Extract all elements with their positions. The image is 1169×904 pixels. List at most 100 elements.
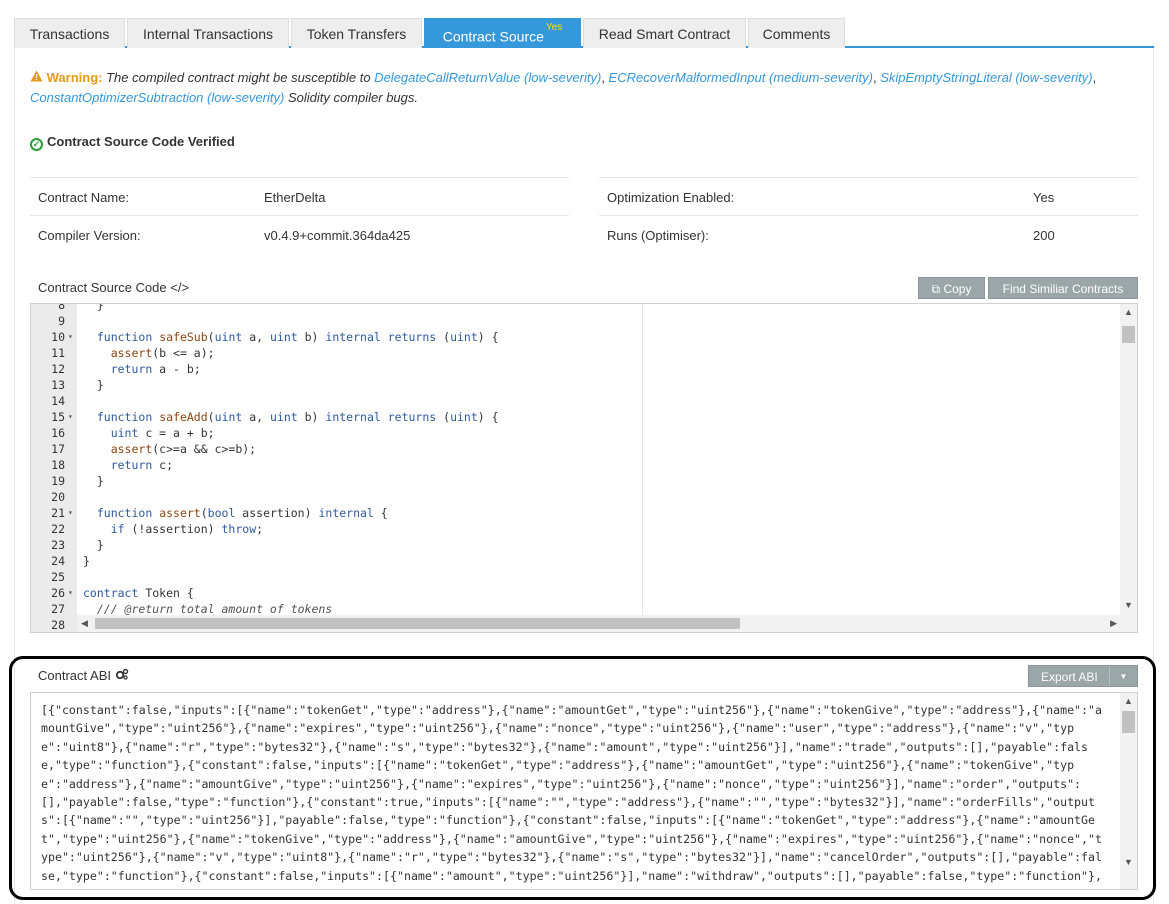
scroll-left-icon[interactable]: ◀ (81, 618, 88, 629)
fold-toggle-icon[interactable]: ▾ (68, 409, 73, 425)
editor-vertical-scrollbar[interactable]: ▲ ▼ (1120, 304, 1137, 632)
warning-text: The compiled contract might be susceptib… (106, 70, 371, 85)
verified-heading: ✓ Contract Source Code Verified (30, 134, 235, 151)
code-text: contract Token { (83, 586, 194, 600)
code-line: 13 } (31, 377, 1121, 393)
code-text: } (83, 474, 104, 488)
line-number: 13 (51, 378, 65, 392)
code-line: 8 } (31, 303, 1121, 313)
line-number: 12 (51, 362, 65, 376)
find-similar-label: Find Similiar Contracts (1002, 282, 1124, 296)
code-text: return c; (110, 458, 174, 472)
optimization-value: Yes (1033, 190, 1055, 205)
export-abi-button[interactable]: Export ABI ▼ (1028, 665, 1138, 687)
code-lines: 8 } 9 10 ▾ function safeSub(uint a, uint b)… (31, 303, 1121, 632)
line-number: 22 (51, 522, 65, 536)
code-line: 11 assert(b <= a); (31, 345, 1121, 361)
source-code-heading: Contract Source Code </> (38, 280, 189, 295)
tab-token-transfers[interactable]: Token Transfers (291, 18, 422, 48)
verified-label: Contract Source Code Verified (47, 134, 235, 149)
scroll-right-icon[interactable]: ▶ (1110, 618, 1117, 629)
tab-comments[interactable]: Comments (748, 18, 845, 48)
code-line: 12 return a - b; (31, 361, 1121, 377)
scroll-thumb[interactable] (1122, 711, 1135, 733)
contract-info-left: Contract Name: EtherDelta Compiler Versi… (30, 177, 569, 254)
line-number: 8 (58, 303, 65, 312)
scroll-thumb[interactable] (1122, 326, 1135, 343)
warning-prefix: Warning: (46, 70, 103, 85)
source-code-editor[interactable]: 8 } 9 10 ▾ function safeSub(uint a, uint b)… (30, 303, 1138, 633)
scroll-down-icon[interactable]: ▼ (1124, 857, 1133, 867)
code-line: 17 assert(c>=a && c>=b); (31, 441, 1121, 457)
line-number: 28 (51, 618, 65, 632)
scroll-up-icon[interactable]: ▲ (1124, 696, 1133, 706)
code-text: } (83, 538, 104, 552)
line-number: 19 (51, 474, 65, 488)
code-line: 15 ▾ function safeAdd(uint a, uint b) int… (31, 409, 1121, 425)
abi-textarea[interactable]: [{"constant":false,"inputs":[{"name":"to… (30, 692, 1138, 890)
code-text: uint c = a + b; (110, 426, 215, 440)
verified-badge: Yes (545, 22, 563, 33)
caret-down-icon[interactable]: ▼ (1109, 666, 1137, 686)
bug-link-constantoptimizer[interactable]: ConstantOptimizerSubtraction (low-severi… (30, 90, 284, 105)
scroll-thumb[interactable] (95, 618, 740, 629)
source-code-label: Contract Source Code (38, 280, 167, 295)
code-line: 24} (31, 553, 1121, 569)
code-text: assert(c>=a && c>=b); (110, 442, 257, 456)
code-line: 25 (31, 569, 1121, 585)
compiler-version-row: Compiler Version: v0.4.9+commit.364da425 (30, 216, 569, 254)
abi-vertical-scrollbar[interactable]: ▲ ▼ (1120, 693, 1137, 889)
code-line: 26 ▾ contract Token { (31, 585, 1121, 601)
find-similar-contracts-button[interactable]: Find Similiar Contracts (988, 277, 1138, 299)
line-number: 20 (51, 490, 65, 504)
abi-heading: Contract ABI (38, 668, 129, 683)
line-number: 24 (51, 554, 65, 568)
line-number: 10 (51, 330, 65, 344)
contract-name-row: Contract Name: EtherDelta (30, 178, 569, 216)
editor-horizontal-scrollbar[interactable]: ◀ ▶ (77, 615, 1121, 632)
code-text: function assert(bool assertion) internal… (96, 506, 388, 520)
line-number: 15 (51, 410, 65, 424)
code-line: 16 uint c = a + b; (31, 425, 1121, 441)
line-number: 26 (51, 586, 65, 600)
tab-contract-source[interactable]: Contract SourceYes (424, 18, 581, 48)
copy-button[interactable]: ⧉ Copy (918, 277, 985, 299)
code-text: } (83, 303, 104, 312)
tab-label: Read Smart Contract (598, 26, 731, 42)
code-line: 9 (31, 313, 1121, 329)
contract-name-label: Contract Name: (38, 190, 130, 205)
bug-link-ecrecover[interactable]: ECRecoverMalformedInput (medium-severity… (609, 70, 873, 85)
line-number: 14 (51, 394, 65, 408)
bug-link-delegatecall[interactable]: DelegateCallReturnValue (low-severity) (374, 70, 601, 85)
fold-toggle-icon[interactable]: ▾ (68, 505, 73, 521)
copy-icon: ⧉ (931, 282, 941, 296)
line-number: 23 (51, 538, 65, 552)
runs-label: Runs (Optimiser): (607, 228, 709, 243)
code-icon: </> (170, 280, 190, 295)
code-text: return a - b; (110, 362, 201, 376)
tab-internal-transactions[interactable]: Internal Transactions (127, 18, 289, 48)
abi-label: Contract ABI (38, 668, 111, 683)
tab-transactions[interactable]: Transactions (14, 18, 125, 48)
line-number: 17 (51, 442, 65, 456)
tab-label: Comments (762, 26, 831, 42)
compiler-warning: Warning: The compiled contract might be … (30, 68, 1097, 105)
warning-suffix: Solidity compiler bugs. (287, 90, 418, 105)
fold-toggle-icon[interactable]: ▾ (68, 585, 73, 601)
fold-toggle-icon[interactable]: ▾ (68, 329, 73, 345)
code-line: 19 } (31, 473, 1121, 489)
warning-triangle-icon (30, 68, 43, 88)
scroll-down-icon[interactable]: ▼ (1124, 600, 1133, 610)
runs-value: 200 (1033, 228, 1055, 243)
line-number: 25 (51, 570, 65, 584)
code-text: } (83, 554, 90, 568)
line-number: 11 (51, 346, 65, 360)
code-text: function safeAdd(uint a, uint b) interna… (96, 410, 499, 424)
bug-link-skipemptystring[interactable]: SkipEmptyStringLiteral (low-severity) (880, 70, 1092, 85)
tab-read-smart-contract[interactable]: Read Smart Contract (583, 18, 746, 48)
abi-json: [{"constant":false,"inputs":[{"name":"to… (41, 703, 1102, 889)
line-number: 16 (51, 426, 65, 440)
tab-label: Transactions (29, 26, 110, 42)
export-abi-label: Export ABI (1041, 670, 1098, 684)
scroll-up-icon[interactable]: ▲ (1124, 307, 1133, 317)
